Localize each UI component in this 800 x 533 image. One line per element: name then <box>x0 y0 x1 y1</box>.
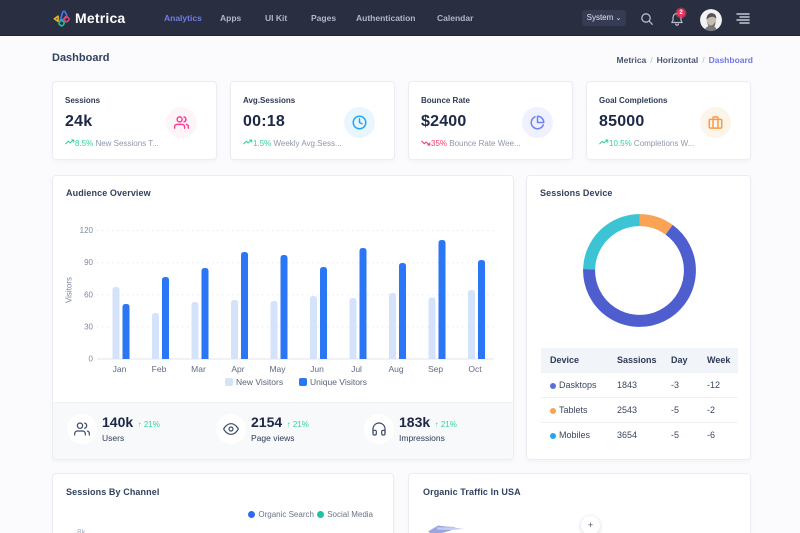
svg-text:Mar: Mar <box>191 364 206 374</box>
svg-text:Aug: Aug <box>388 364 403 374</box>
svg-text:120: 120 <box>80 226 94 235</box>
svg-text:Unique Visitors: Unique Visitors <box>310 377 367 387</box>
svg-text:30: 30 <box>84 322 93 331</box>
svg-text:90: 90 <box>84 258 93 267</box>
svg-text:60: 60 <box>84 290 93 299</box>
svg-text:Apr: Apr <box>231 364 244 374</box>
svg-text:Oct: Oct <box>468 364 482 374</box>
svg-text:Jan: Jan <box>113 364 127 374</box>
svg-text:0: 0 <box>89 355 94 364</box>
svg-text:Jun: Jun <box>310 364 324 374</box>
svg-text:May: May <box>269 364 286 374</box>
svg-text:Sep: Sep <box>428 364 443 374</box>
svg-text:Feb: Feb <box>152 364 167 374</box>
svg-text:Visitors: Visitors <box>65 277 74 303</box>
svg-text:Jul: Jul <box>351 364 362 374</box>
svg-text:New Visitors: New Visitors <box>236 377 283 387</box>
